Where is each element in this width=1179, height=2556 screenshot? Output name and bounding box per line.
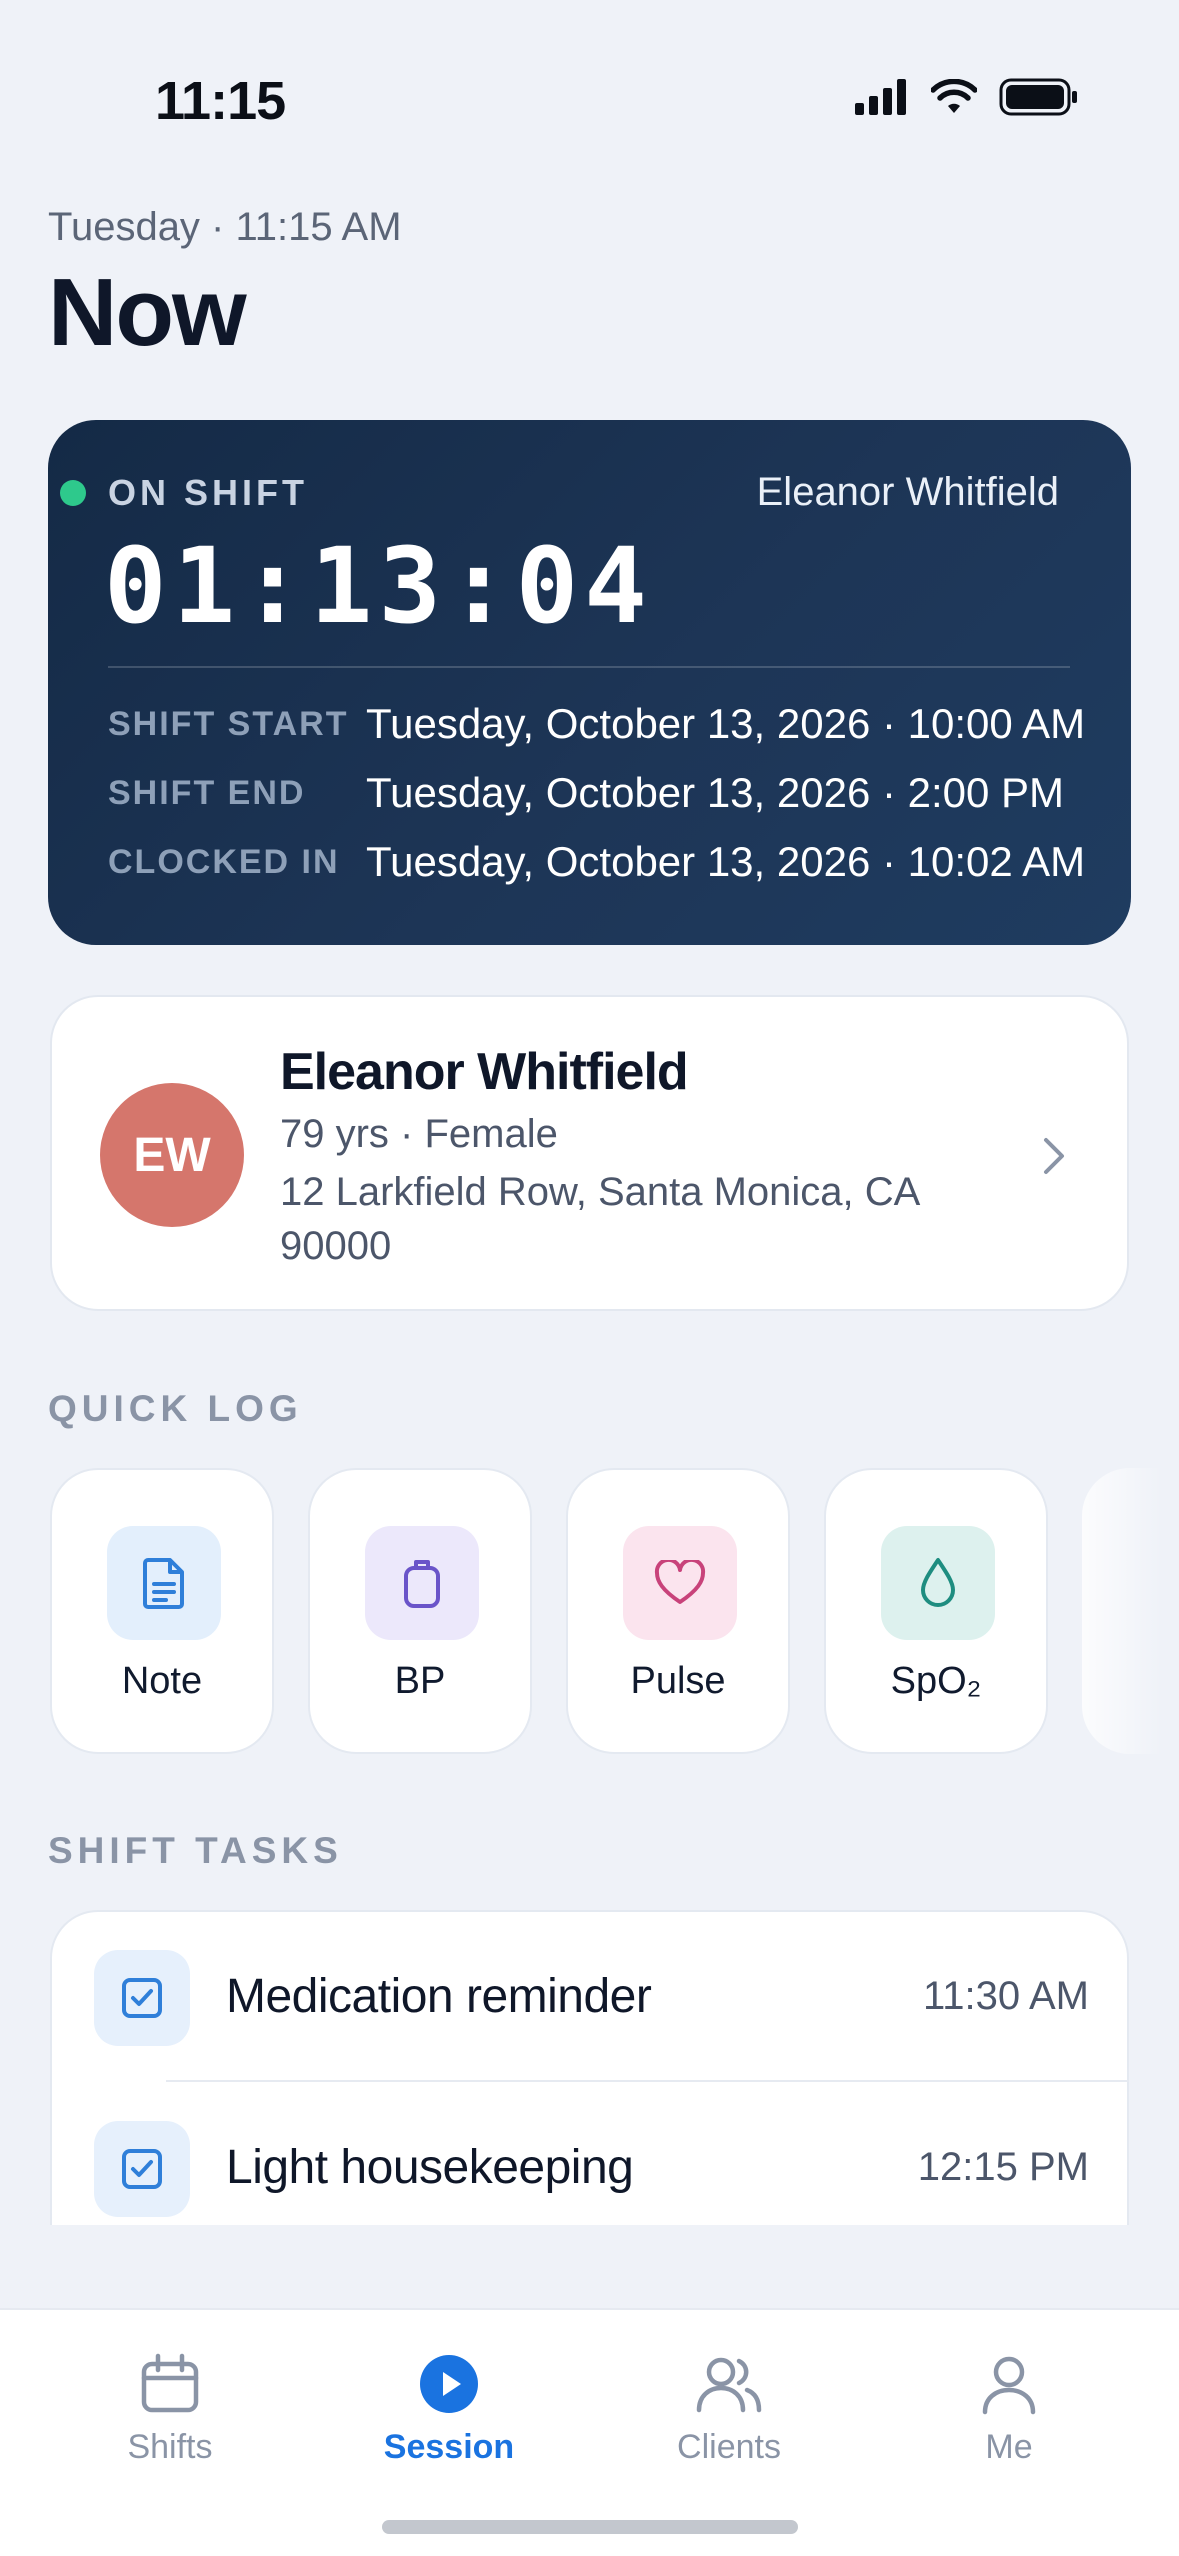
now-screen: 11:15 Tuesday · 11:15 AM Now ON SHIFT El… — [0, 0, 1179, 2556]
quick-log-note-label: Note — [121, 1660, 203, 1702]
task-time: 12:15 PM — [917, 2145, 1089, 2189]
person-icon — [982, 2356, 1036, 2415]
tab-session-label: Session — [383, 2428, 515, 2466]
task-row[interactable]: Medication reminder 11:30 AM — [52, 1912, 1127, 2083]
signal-icon — [855, 79, 906, 115]
clocked-in-value: Tuesday, October 13, 2026 · 10:02 AM — [366, 838, 1086, 885]
quick-log-pulse[interactable]: Pulse — [566, 1468, 790, 1754]
shift-tasks-heading: SHIFT TASKS — [48, 1830, 343, 1871]
task-title: Light housekeeping — [226, 2141, 634, 2194]
quick-log-spo2-label: SpO₂ — [890, 1660, 982, 1702]
task-title: Medication reminder — [226, 1970, 652, 2023]
calendar-icon — [141, 2353, 199, 2413]
shift-status-label: ON SHIFT — [108, 472, 308, 513]
client-address: 12 Larkfield Row, Santa Monica, CA 90000 — [280, 1170, 919, 1268]
tab-me[interactable]: Me — [909, 2352, 1109, 2467]
shift-start-label: SHIFT START — [108, 704, 349, 743]
battery-icon — [999, 78, 1077, 116]
task-time: 11:30 AM — [922, 1974, 1089, 2018]
quick-log-spo2[interactable]: SpO₂ — [824, 1468, 1048, 1754]
note-icon — [107, 1526, 221, 1640]
client-name: Eleanor Whitfield — [280, 1043, 689, 1101]
shift-start-row: SHIFT START Tuesday, October 13, 2026 · … — [108, 700, 1085, 748]
shift-client-name: Eleanor Whitfield — [756, 470, 1059, 514]
people-icon — [696, 2357, 762, 2413]
client-meta: 79 yrs · Female — [280, 1112, 558, 1156]
avatar: EW — [100, 1083, 244, 1227]
play-icon — [420, 2355, 478, 2413]
clocked-in-label: CLOCKED IN — [108, 842, 340, 881]
quick-log-next-tile[interactable] — [1082, 1468, 1162, 1754]
checkbox-icon[interactable] — [94, 1950, 190, 2046]
tab-clients-label: Clients — [677, 2428, 781, 2466]
shift-start-value: Tuesday, October 13, 2026 · 10:00 AM — [366, 700, 1086, 747]
tab-shifts-label: Shifts — [127, 2428, 213, 2466]
shift-end-value: Tuesday, October 13, 2026 · 2:00 PM — [366, 769, 1065, 816]
quick-log-bp[interactable]: BP — [308, 1468, 532, 1754]
droplet-icon — [881, 1526, 995, 1640]
home-indicator[interactable] — [382, 2520, 798, 2534]
tab-shifts[interactable]: Shifts — [70, 2352, 270, 2467]
tab-clients[interactable]: Clients — [629, 2352, 829, 2467]
wifi-icon — [931, 79, 977, 113]
date-line: Tuesday · 11:15 AM — [48, 205, 402, 249]
status-icons — [855, 78, 1079, 116]
quick-log-bp-label: BP — [394, 1660, 446, 1702]
shift-card-divider — [108, 666, 1070, 668]
status-dot-icon — [60, 480, 86, 506]
shift-status: ON SHIFT — [60, 472, 308, 514]
page-title: Now — [48, 259, 247, 366]
heart-icon — [623, 1526, 737, 1640]
bp-cuff-icon — [365, 1526, 479, 1640]
clocked-in-row: CLOCKED IN Tuesday, October 13, 2026 · 1… — [108, 838, 1085, 886]
chevron-right-icon[interactable] — [1040, 1134, 1070, 1178]
shift-timer: 01:13:04 — [104, 525, 653, 647]
quick-log-pulse-label: Pulse — [630, 1660, 726, 1702]
task-divider — [166, 2080, 1129, 2082]
tab-me-label: Me — [985, 2428, 1033, 2466]
status-time: 11:15 — [155, 71, 286, 131]
tab-session[interactable]: Session — [349, 2352, 549, 2467]
shift-end-row: SHIFT END Tuesday, October 13, 2026 · 2:… — [108, 769, 1064, 817]
quick-log-note[interactable]: Note — [50, 1468, 274, 1754]
task-row[interactable]: Light housekeeping 12:15 PM — [52, 2083, 1127, 2225]
checkbox-icon[interactable] — [94, 2121, 190, 2217]
tasks-card: Medication reminder 11:30 AM Light house… — [50, 1910, 1129, 2225]
shift-end-label: SHIFT END — [108, 773, 306, 812]
quick-log-heading: QUICK LOG — [48, 1388, 303, 1429]
